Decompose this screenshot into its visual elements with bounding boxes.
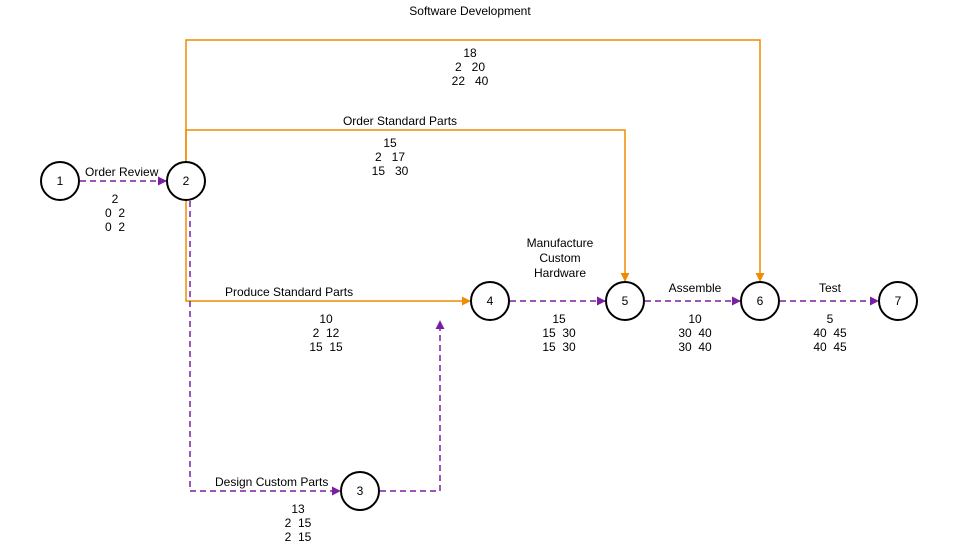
lslf-mfg-hw: 15 30 — [534, 340, 584, 355]
label-order-std: Order Standard Parts — [300, 114, 500, 129]
node-5-label: 5 — [622, 294, 629, 308]
label-order-review: Order Review — [85, 165, 158, 180]
esef-mfg-hw: 15 30 — [534, 326, 584, 341]
lslf-design-custom: 2 15 — [273, 530, 323, 545]
lslf-order-review: 0 2 — [100, 220, 130, 235]
label-mfg-hw: Manufacture Custom Hardware — [510, 236, 610, 281]
label-design-custom: Design Custom Parts — [215, 475, 328, 490]
dur-design-custom: 13 — [273, 502, 323, 517]
esef-assemble: 30 40 — [670, 326, 720, 341]
dur-test: 5 — [805, 312, 855, 327]
node-4-label: 4 — [487, 294, 494, 308]
lslf-order-std: 15 30 — [365, 164, 415, 179]
label-produce-std: Produce Standard Parts — [225, 285, 353, 300]
label-test: Test — [800, 281, 860, 296]
esef-produce-std: 2 12 — [301, 326, 351, 341]
esef-software-dev: 2 20 — [445, 60, 495, 75]
node-7-label: 7 — [895, 294, 902, 308]
node-6-label: 6 — [757, 294, 764, 308]
label-assemble: Assemble — [655, 281, 735, 296]
node-3: 3 — [340, 471, 380, 511]
node-6: 6 — [740, 281, 780, 321]
node-2: 2 — [166, 161, 206, 201]
node-1-label: 1 — [57, 174, 64, 188]
esef-order-std: 2 17 — [365, 150, 415, 165]
node-1: 1 — [40, 161, 80, 201]
esef-order-review: 0 2 — [100, 206, 130, 221]
lslf-test: 40 45 — [805, 340, 855, 355]
esef-test: 40 45 — [805, 326, 855, 341]
dur-order-review: 2 — [100, 192, 130, 207]
dur-software-dev: 18 — [445, 46, 495, 61]
node-7: 7 — [878, 281, 918, 321]
lslf-produce-std: 15 15 — [301, 340, 351, 355]
dur-order-std: 15 — [365, 136, 415, 151]
node-5: 5 — [605, 281, 645, 321]
lslf-software-dev: 22 40 — [445, 74, 495, 89]
node-4: 4 — [470, 281, 510, 321]
esef-design-custom: 2 15 — [273, 516, 323, 531]
node-2-label: 2 — [183, 174, 190, 188]
dur-produce-std: 10 — [301, 312, 351, 327]
label-software-dev: Software Development — [370, 4, 570, 19]
lslf-assemble: 30 40 — [670, 340, 720, 355]
node-3-label: 3 — [357, 484, 364, 498]
dur-mfg-hw: 15 — [534, 312, 584, 327]
dur-assemble: 10 — [670, 312, 720, 327]
